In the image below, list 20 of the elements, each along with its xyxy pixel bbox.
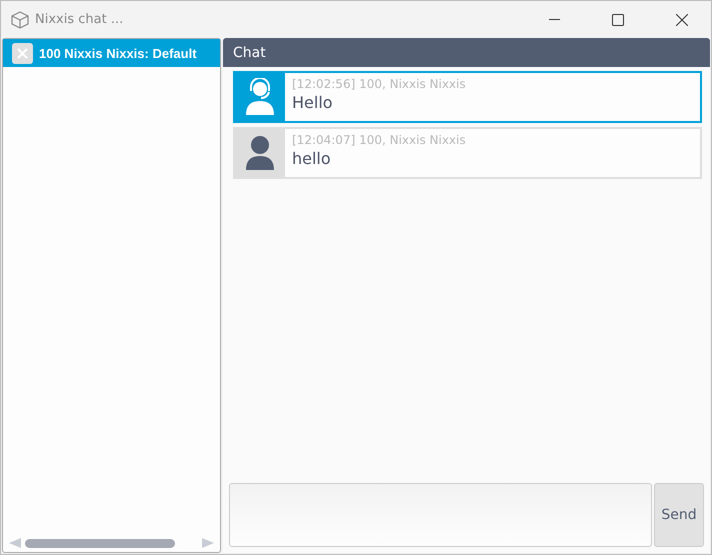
send-button[interactable]: Send	[654, 483, 704, 547]
message-card[interactable]: [12:04:07] 100, Nixxis Nixxis hello	[233, 127, 702, 179]
person-icon	[245, 135, 275, 171]
close-icon	[676, 14, 688, 26]
cube-icon	[11, 10, 29, 28]
scroll-left-icon[interactable]	[9, 538, 21, 548]
scrollbar-thumb[interactable]	[25, 538, 175, 548]
message-input[interactable]	[229, 483, 652, 547]
message-card[interactable]: [12:02:56] 100, Nixxis Nixxis Hello	[233, 71, 702, 123]
scroll-right-icon[interactable]	[202, 538, 214, 548]
message-meta: [12:02:56] 100, Nixxis Nixxis	[292, 77, 467, 91]
message-text: Hello	[292, 93, 334, 112]
maximize-icon	[612, 14, 624, 26]
chat-header: Chat	[223, 38, 710, 67]
window-title: Nixxis chat ...	[35, 12, 124, 27]
minimize-icon	[548, 19, 560, 20]
close-icon[interactable]	[12, 42, 33, 64]
message-text: hello	[292, 149, 332, 168]
message-meta: [12:04:07] 100, Nixxis Nixxis	[292, 133, 467, 147]
headset-person-icon	[245, 78, 275, 116]
